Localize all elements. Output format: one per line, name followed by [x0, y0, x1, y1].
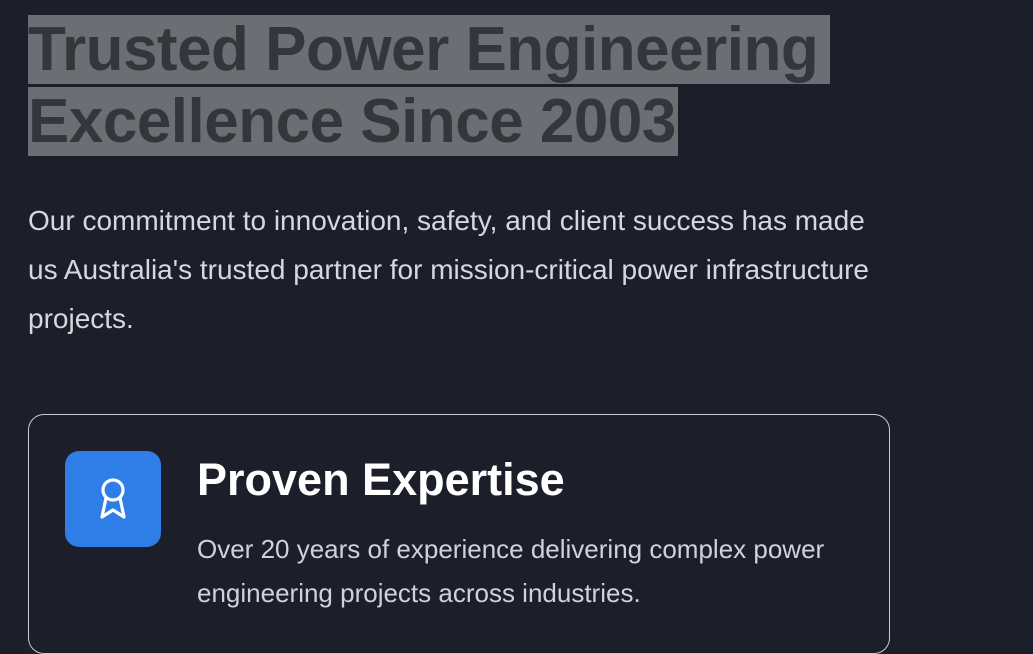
feature-card-description: Over 20 years of experience delivering c…: [197, 534, 825, 608]
feature-card-title: Proven Expertise: [197, 454, 565, 505]
feature-card-proven-expertise: Proven Expertise Over 20 years of experi…: [28, 414, 890, 654]
headline-line-1: Trusted Power Engineering: [28, 15, 831, 84]
hero-lead-paragraph: Our commitment to innovation, safety, an…: [28, 205, 869, 334]
headline-line-2: Excellence Since 2003: [28, 87, 678, 156]
page-headline: Trusted Power Engineering Excellence Sin…: [28, 14, 928, 158]
award-icon: [65, 451, 161, 547]
hero-section: Trusted Power Engineering Excellence Sin…: [28, 14, 928, 158]
